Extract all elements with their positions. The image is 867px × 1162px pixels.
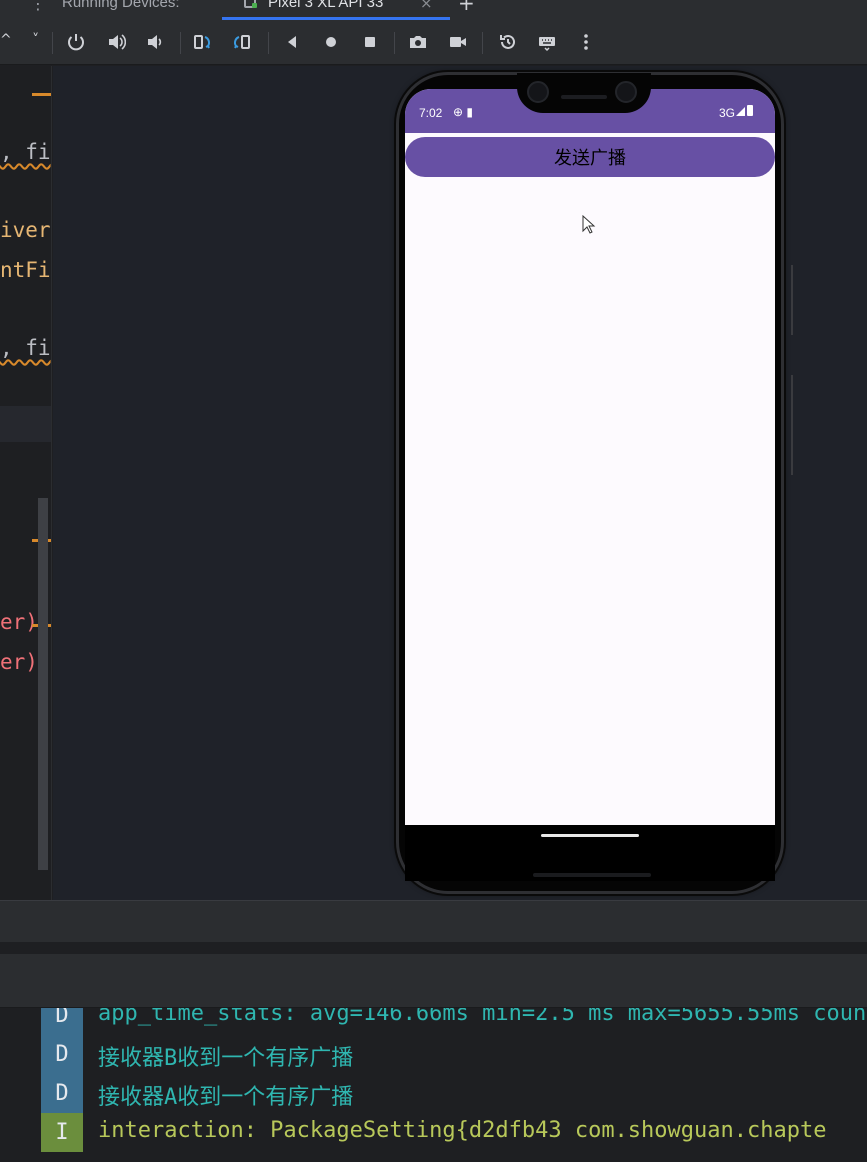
log-level-badge: D: [41, 1008, 83, 1035]
power-side-button: [791, 265, 793, 335]
code-line: , fi: [0, 336, 51, 360]
logcat-filter-bar: [0, 954, 867, 1008]
screen-record-icon[interactable]: [446, 30, 470, 54]
toolbar-divider: [180, 32, 181, 54]
screenshot-icon[interactable]: [406, 30, 430, 54]
device-toolbar: ^ ˅: [0, 20, 867, 65]
more-options-icon[interactable]: [574, 30, 598, 54]
power-icon[interactable]: [64, 30, 88, 54]
logcat-output[interactable]: D app_time_stats: avg=146.66ms min=2.5 m…: [0, 1008, 867, 1162]
keyboard-icon[interactable]: [535, 30, 559, 54]
overview-icon[interactable]: [358, 30, 382, 54]
mouse-cursor-icon: [582, 215, 596, 234]
volume-up-icon[interactable]: [104, 30, 128, 54]
device-tab-label: Pixel 3 XL API 33: [268, 0, 384, 11]
log-level-badge: D: [41, 1035, 83, 1074]
code-editor-strip[interactable]: , fi iver ntFi , fi er); er);: [0, 66, 52, 900]
panel-title: Running Devices:: [62, 0, 180, 11]
log-row[interactable]: D app_time_stats: avg=146.66ms min=2.5 m…: [0, 1008, 867, 1035]
current-line-highlight: [0, 406, 51, 442]
log-row[interactable]: D 接收器B收到一个有序广播: [0, 1035, 867, 1074]
phone-screen[interactable]: 7:02 ⊕ ▮ 3G 发送广播: [405, 89, 775, 825]
panel-gap: [0, 942, 867, 954]
home-icon[interactable]: [319, 30, 343, 54]
volume-down-icon[interactable]: [142, 30, 166, 54]
log-message: interaction: PackageSetting{d2dfb43 com.…: [98, 1118, 827, 1143]
reset-icon[interactable]: [496, 30, 520, 54]
toolbar-divider: [394, 32, 395, 54]
editor-scrollbar[interactable]: [38, 498, 48, 870]
back-icon[interactable]: [280, 30, 304, 54]
log-message: 接收器B收到一个有序广播: [98, 1046, 354, 1071]
device-icon: [244, 0, 257, 8]
toolbar-divider: [268, 32, 269, 54]
code-line: , fi: [0, 140, 51, 164]
bottom-speaker: [533, 873, 651, 877]
notification-icons: ⊕ ▮: [453, 105, 473, 119]
toolbar-divider: [482, 32, 483, 54]
panel-header: [0, 900, 867, 942]
signal-icon: [736, 107, 745, 116]
earpiece: [561, 95, 607, 99]
log-message: 接收器A收到一个有序广播: [98, 1085, 354, 1110]
close-tab-icon[interactable]: ×: [420, 0, 433, 12]
log-row[interactable]: D 接收器A收到一个有序广播: [0, 1074, 867, 1113]
front-camera-icon: [527, 81, 549, 103]
change-marker: [32, 93, 51, 96]
log-message: app_time_stats: avg=146.66ms min=2.5 ms …: [98, 1008, 867, 1026]
tool-window-tabbar: ⋮ Running Devices: Pixel 3 XL API 33 × +: [0, 0, 867, 20]
navigate-chevrons[interactable]: ^ ˅: [0, 32, 47, 48]
code-line: iver: [0, 218, 51, 242]
phone-frame: 7:02 ⊕ ▮ 3G 发送广播: [396, 72, 793, 894]
log-level-badge: I: [41, 1113, 83, 1152]
network-type: 3G: [718, 106, 735, 120]
front-camera-icon: [615, 81, 637, 103]
camera-notch: [517, 73, 651, 113]
status-time: 7:02: [419, 106, 443, 120]
device-viewport: 7:02 ⊕ ▮ 3G 发送广播: [53, 66, 867, 900]
gesture-handle[interactable]: [541, 834, 639, 837]
battery-icon: [747, 105, 753, 116]
volume-side-button: [791, 375, 793, 475]
send-broadcast-button[interactable]: 发送广播: [405, 137, 775, 177]
tab-pixel-3-xl[interactable]: Pixel 3 XL API 33 ×: [222, 0, 450, 20]
log-row[interactable]: I interaction: PackageSetting{d2dfb43 co…: [0, 1113, 867, 1152]
options-menu-icon[interactable]: ⋮: [30, 0, 46, 13]
rotate-left-icon[interactable]: [190, 30, 214, 54]
log-level-badge: D: [41, 1074, 83, 1113]
code-line: ntFi: [0, 258, 51, 282]
toolbar-divider: [52, 32, 53, 54]
rotate-right-icon[interactable]: [230, 30, 254, 54]
add-device-icon[interactable]: +: [458, 0, 475, 15]
